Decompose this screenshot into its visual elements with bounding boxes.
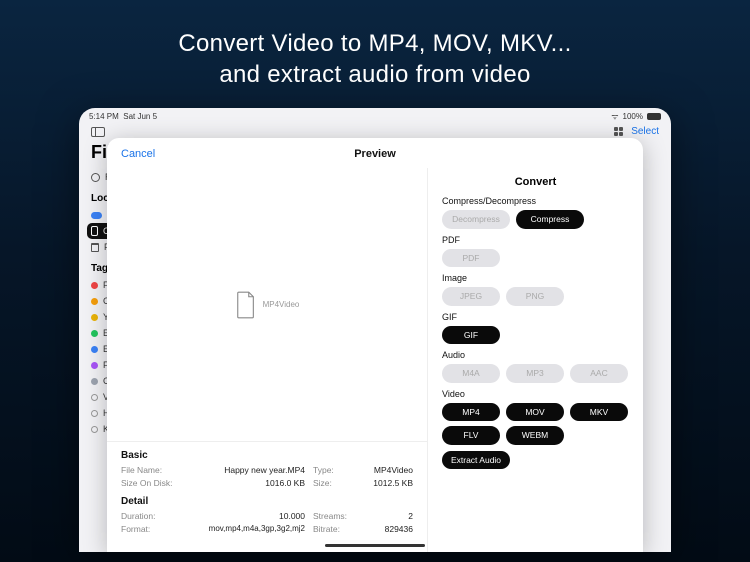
- convert-title: Convert: [442, 176, 629, 188]
- section-video: Video: [442, 389, 629, 399]
- flv-button[interactable]: FLV: [442, 426, 500, 445]
- section-image: Image: [442, 273, 629, 283]
- m4a-button: M4A: [442, 364, 500, 383]
- jpeg-button: JPEG: [442, 287, 500, 306]
- section-gif: GIF: [442, 312, 629, 322]
- hero-line2: and extract audio from video: [219, 61, 530, 88]
- tag-dot-icon: [91, 330, 98, 337]
- detail-grid: Duration:10.000Streams:2 Format:mov,mp4,…: [121, 511, 413, 534]
- circle-icon: [91, 426, 98, 433]
- mkv-button[interactable]: MKV: [570, 403, 628, 422]
- mp3-button: MP3: [506, 364, 564, 383]
- device-frame: 5:14 PM Sat Jun 5 ᯤ 100% Select File R L…: [79, 108, 671, 552]
- aac-button: AAC: [570, 364, 628, 383]
- compress-button[interactable]: Compress: [516, 210, 584, 229]
- modal-header: Cancel Preview: [107, 138, 643, 168]
- modal-title: Preview: [354, 148, 396, 160]
- detail-title: Detail: [121, 496, 413, 507]
- circle-icon: [91, 394, 98, 401]
- preview-type-label: MP4Video: [263, 300, 300, 309]
- trash-icon: [91, 243, 99, 252]
- convert-pane: Convert Compress/Decompress Decompress C…: [427, 168, 643, 552]
- section-pdf: PDF: [442, 235, 629, 245]
- extract-audio-button[interactable]: Extract Audio: [442, 451, 510, 470]
- preview-area: MP4Video: [107, 168, 427, 441]
- png-button: PNG: [506, 287, 564, 306]
- tag-dot-icon: [91, 362, 98, 369]
- decompress-button: Decompress: [442, 210, 510, 229]
- basic-title: Basic: [121, 450, 413, 461]
- basic-grid: File Name:Happy new year.MP4Type:MP4Vide…: [121, 465, 413, 488]
- tag-dot-icon: [91, 378, 98, 385]
- webm-button[interactable]: WEBM: [506, 426, 564, 445]
- circle-icon: [91, 410, 98, 417]
- section-audio: Audio: [442, 350, 629, 360]
- preview-modal: Cancel Preview MP4Video Basic File Name:…: [107, 138, 643, 552]
- tag-dot-icon: [91, 282, 98, 289]
- clock-icon: [91, 173, 100, 182]
- file-icon: [235, 291, 257, 319]
- home-indicator[interactable]: [325, 544, 425, 547]
- gif-button[interactable]: GIF: [442, 326, 500, 345]
- cancel-button[interactable]: Cancel: [121, 148, 155, 160]
- cloud-icon: [91, 212, 102, 219]
- phone-icon: [91, 226, 98, 236]
- tag-dot-icon: [91, 298, 98, 305]
- section-compress: Compress/Decompress: [442, 196, 629, 206]
- pdf-button: PDF: [442, 249, 500, 268]
- hero-line1: Convert Video to MP4, MOV, MKV...: [178, 30, 571, 57]
- tag-dot-icon: [91, 346, 98, 353]
- tag-dot-icon: [91, 314, 98, 321]
- mp4-button[interactable]: MP4: [442, 403, 500, 422]
- mov-button[interactable]: MOV: [506, 403, 564, 422]
- hero-text: Convert Video to MP4, MOV, MKV... and ex…: [0, 0, 750, 90]
- preview-pane: MP4Video Basic File Name:Happy new year.…: [107, 168, 427, 552]
